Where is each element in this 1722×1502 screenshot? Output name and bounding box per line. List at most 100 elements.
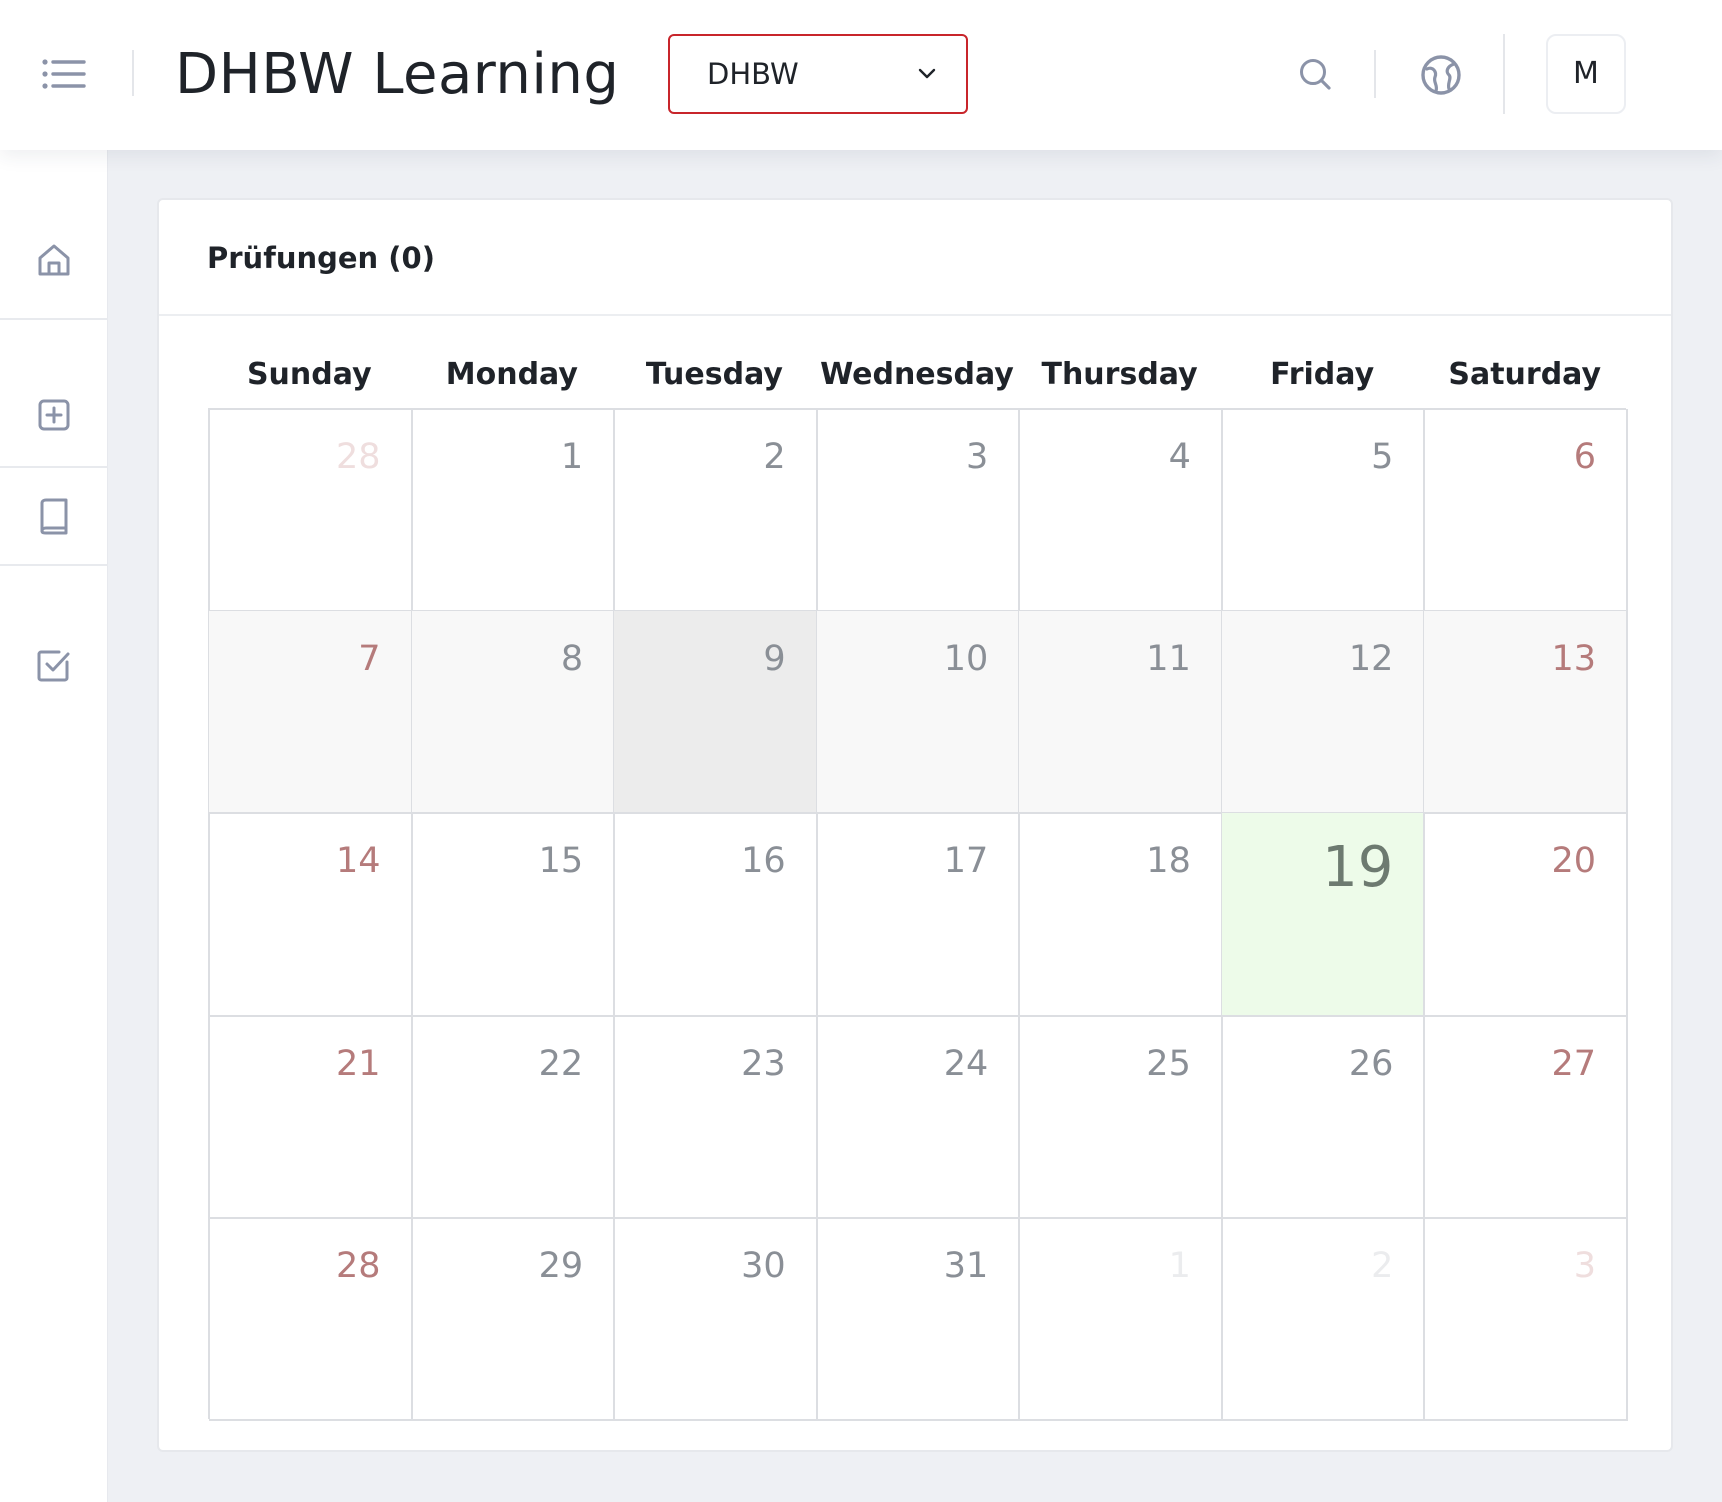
day-number: 22	[538, 1043, 584, 1084]
day-number: 11	[1146, 639, 1191, 680]
chevron-down-icon	[918, 68, 936, 79]
day-number: 8	[560, 639, 584, 680]
calendar-day[interactable]: 23	[614, 1015, 818, 1219]
calendar-day[interactable]: 4	[1019, 409, 1223, 613]
day-number: 17	[943, 841, 989, 882]
day-number: 15	[538, 841, 584, 882]
calendar-day[interactable]: 5	[1221, 409, 1426, 613]
header-divider	[132, 50, 134, 96]
sidebar-divider	[0, 318, 108, 320]
calendar-day-today[interactable]: 19	[1221, 813, 1426, 1017]
globe-icon	[1421, 55, 1461, 95]
day-number: 14	[336, 841, 381, 882]
card-title: Prüfungen (0)	[207, 241, 435, 275]
calendar-day[interactable]: 28	[209, 1217, 413, 1421]
day-number: 20	[1551, 841, 1596, 882]
day-number: 21	[336, 1043, 381, 1084]
day-number: 18	[1146, 841, 1191, 882]
sidebar-item-create[interactable]	[0, 360, 108, 470]
day-number: 12	[1348, 639, 1394, 680]
weekday-monday: Monday	[445, 357, 578, 392]
day-number: 3	[1573, 1245, 1596, 1286]
calendar-day[interactable]: 29	[411, 1217, 616, 1421]
day-number: 9	[763, 639, 786, 680]
calendar-day[interactable]: 6	[1424, 409, 1628, 613]
organization-select-value: DHBW	[707, 57, 799, 91]
calendar-day[interactable]: 21	[209, 1015, 413, 1219]
header-divider	[1503, 34, 1505, 114]
calendar-day[interactable]: 20	[1424, 813, 1628, 1017]
calendar-grid: 28 1 2 3 4 5 6 7 8 9 10 11 12 13 14 15 16 17 18 19 20 21 22 23 2…	[208, 408, 1628, 1421]
sidebar-divider	[0, 564, 108, 566]
sidebar-item-home[interactable]	[0, 198, 108, 322]
language-button[interactable]	[1412, 48, 1470, 102]
calendar-day[interactable]: 1	[1019, 1217, 1223, 1421]
day-number: 4	[1168, 437, 1191, 477]
day-number: 2	[1371, 1245, 1394, 1286]
day-number: 28	[336, 437, 381, 477]
weekday-sunday: Sunday	[246, 357, 372, 392]
calendar-day[interactable]: 11	[1019, 611, 1223, 815]
book-icon	[40, 498, 68, 535]
calendar-day[interactable]: 3	[816, 409, 1021, 613]
day-number: 1	[1168, 1245, 1191, 1286]
calendar-day[interactable]: 30	[614, 1217, 818, 1421]
calendar-day[interactable]: 13	[1424, 611, 1628, 815]
day-number: 19	[1322, 835, 1394, 901]
weekday-friday: Friday	[1270, 357, 1375, 392]
day-number: 31	[943, 1245, 989, 1286]
calendar-day[interactable]: 10	[816, 611, 1021, 815]
calendar-day[interactable]: 1	[411, 409, 616, 613]
sidebar	[0, 150, 108, 1502]
day-number: 3	[965, 437, 989, 477]
day-number: 10	[943, 639, 989, 680]
calendar-day[interactable]: 12	[1221, 611, 1426, 815]
calendar-day[interactable]: 26	[1221, 1015, 1426, 1219]
home-icon	[38, 244, 70, 276]
checkbox-icon	[37, 650, 70, 682]
day-number: 29	[538, 1245, 584, 1286]
menu-icon	[42, 59, 86, 89]
calendar-day[interactable]: 2	[614, 409, 818, 613]
day-number: 27	[1551, 1043, 1596, 1084]
calendar-day[interactable]: 14	[209, 813, 413, 1017]
sidebar-item-exams[interactable]	[0, 604, 108, 726]
day-number: 6	[1573, 437, 1596, 477]
exams-card: Prüfungen (0) Sunday Monday Tuesday Wednesd…	[157, 198, 1673, 1452]
calendar-day[interactable]: 9	[614, 611, 818, 815]
app-title: DHBW Learning	[175, 42, 620, 107]
calendar-day[interactable]: 28	[209, 409, 413, 613]
calendar-day[interactable]: 18	[1019, 813, 1223, 1017]
day-number: 5	[1371, 437, 1394, 477]
menu-toggle-button[interactable]	[36, 52, 92, 96]
calendar-day[interactable]: 24	[816, 1015, 1021, 1219]
day-number: 23	[741, 1043, 786, 1084]
calendar-day[interactable]: 16	[614, 813, 818, 1017]
calendar-day[interactable]: 22	[411, 1015, 616, 1219]
calendar-day[interactable]: 31	[816, 1217, 1021, 1421]
search-icon	[1300, 59, 1331, 90]
calendar-day[interactable]: 25	[1019, 1015, 1223, 1219]
plus-square-icon	[38, 399, 70, 431]
calendar-day[interactable]: 2	[1221, 1217, 1426, 1421]
calendar-day[interactable]: 7	[209, 611, 413, 815]
day-number: 24	[943, 1043, 989, 1084]
search-button[interactable]	[1290, 50, 1342, 100]
calendar-day[interactable]: 27	[1424, 1015, 1628, 1219]
top-navbar: DHBW Learning DHBW M	[0, 0, 1722, 150]
day-number: 28	[336, 1245, 381, 1286]
sidebar-item-courses[interactable]	[0, 468, 108, 564]
calendar-day[interactable]: 15	[411, 813, 616, 1017]
calendar-day[interactable]: 3	[1424, 1217, 1628, 1421]
weekday-saturday: Saturday	[1448, 357, 1602, 392]
weekday-header-row: Sunday Monday Tuesday Wednesday Thursday Frid…	[208, 342, 1626, 408]
day-number: 2	[763, 437, 786, 477]
calendar-day[interactable]: 8	[411, 611, 616, 815]
weekday-thursday: Thursday	[1041, 357, 1198, 392]
weekday-wednesday: Wednesday	[820, 357, 1014, 392]
day-number: 7	[358, 639, 381, 680]
calendar-day[interactable]: 17	[816, 813, 1021, 1017]
day-number: 1	[560, 437, 584, 477]
user-avatar-button[interactable]: M	[1546, 34, 1626, 114]
organization-select[interactable]: DHBW	[668, 34, 968, 114]
